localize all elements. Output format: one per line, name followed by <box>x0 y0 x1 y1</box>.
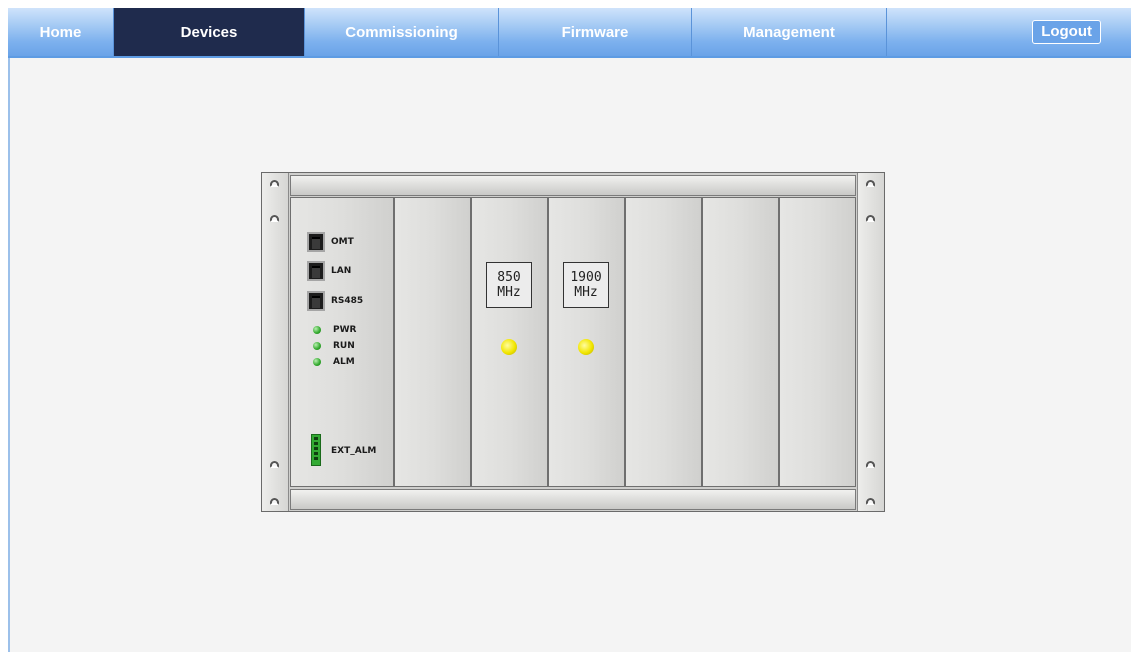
device-chassis: OMT LAN RS485 PWR RUN ALM EXT_ALM 850 MH… <box>261 172 885 512</box>
band-frequency: 850 <box>497 270 521 285</box>
empty-slot[interactable] <box>779 197 856 487</box>
lan-label: LAN <box>331 266 352 276</box>
band-module-1900[interactable]: 1900 MHz <box>548 197 625 487</box>
mount-hole-icon <box>866 498 875 505</box>
tab-home[interactable]: Home <box>8 8 114 56</box>
tab-devices[interactable]: Devices <box>114 8 305 56</box>
controller-card[interactable]: OMT LAN RS485 PWR RUN ALM EXT_ALM <box>290 197 394 487</box>
pwr-label: PWR <box>333 325 357 335</box>
tab-commissioning[interactable]: Commissioning <box>305 8 499 56</box>
lan-port-icon <box>307 261 325 281</box>
band-label-box: 1900 MHz <box>563 262 609 308</box>
run-led-icon <box>313 342 321 350</box>
pwr-led-icon <box>313 326 321 334</box>
status-led-icon <box>501 339 517 355</box>
omt-label: OMT <box>331 237 354 247</box>
rs485-label: RS485 <box>331 296 364 306</box>
ext-alarm-terminal-icon <box>311 434 321 466</box>
ext-alm-label: EXT_ALM <box>331 446 377 456</box>
right-mount-ear <box>857 173 884 511</box>
tab-firmware[interactable]: Firmware <box>499 8 692 56</box>
empty-slot[interactable] <box>625 197 702 487</box>
bottom-rail <box>290 489 856 510</box>
mount-hole-icon <box>270 461 279 468</box>
alm-label: ALM <box>333 357 355 367</box>
run-label: RUN <box>333 341 355 351</box>
mount-hole-icon <box>270 180 279 187</box>
left-mount-ear <box>262 173 289 511</box>
mount-hole-icon <box>866 180 875 187</box>
mount-hole-icon <box>866 461 875 468</box>
omt-port-icon <box>307 232 325 252</box>
band-label-box: 850 MHz <box>486 262 532 308</box>
band-unit: MHz <box>497 285 521 300</box>
mount-hole-icon <box>270 215 279 222</box>
nav-right-area: Logout <box>887 8 1131 56</box>
band-unit: MHz <box>574 285 598 300</box>
mount-hole-icon <box>866 215 875 222</box>
band-module-850[interactable]: 850 MHz <box>471 197 548 487</box>
top-rail <box>290 175 856 196</box>
status-led-icon <box>578 339 594 355</box>
empty-slot[interactable] <box>702 197 779 487</box>
top-nav: Home Devices Commissioning Firmware Mana… <box>8 8 1131 58</box>
logout-button[interactable]: Logout <box>1032 20 1101 44</box>
rs485-port-icon <box>307 291 325 311</box>
alm-led-icon <box>313 358 321 366</box>
band-frequency: 1900 <box>570 270 602 285</box>
mount-hole-icon <box>270 498 279 505</box>
tab-management[interactable]: Management <box>692 8 887 56</box>
empty-slot[interactable] <box>394 197 471 487</box>
